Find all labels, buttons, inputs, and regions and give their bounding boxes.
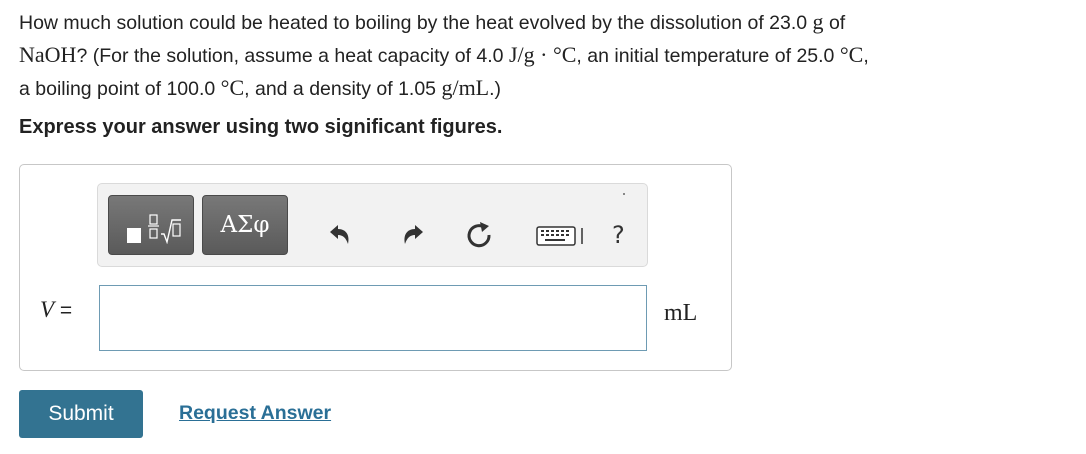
math-toolbar: ΑΣφ ? <box>97 183 648 267</box>
question-part: a boiling point of 100.0 <box>19 78 221 100</box>
templates-icon <box>127 214 181 244</box>
math-unit: g <box>812 9 824 34</box>
request-answer-link[interactable]: Request Answer <box>179 402 331 425</box>
greek-letters-icon: ΑΣφ <box>220 212 270 238</box>
help-icon[interactable]: ? <box>612 221 625 249</box>
variable-label: V = <box>40 297 72 323</box>
answer-input[interactable] <box>99 285 647 351</box>
submit-button[interactable]: Submit <box>19 390 143 438</box>
greek-letters-button[interactable]: ΑΣφ <box>202 195 288 255</box>
keyboard-icon[interactable] <box>536 220 592 250</box>
math-unit: °C <box>220 75 245 100</box>
math-unit: °C <box>839 42 864 67</box>
equals-sign: = <box>54 299 73 322</box>
undo-icon[interactable] <box>324 220 354 250</box>
instruction-text: Express your answer using two significan… <box>19 116 503 138</box>
answer-panel: ΑΣφ ? V = mL <box>19 164 732 371</box>
math-unit: g/mL <box>441 75 490 100</box>
reset-icon[interactable] <box>464 220 494 250</box>
question-part: , an initial temperature of 25.0 <box>576 45 840 67</box>
question-part: , and a density of 1.05 <box>244 78 442 100</box>
toolbar-dot <box>623 193 625 195</box>
question-part: .) <box>489 78 502 100</box>
question-part: , <box>863 45 869 67</box>
variable-symbol: V <box>40 297 55 322</box>
templates-button[interactable] <box>108 195 194 255</box>
question-part: ? (For the solution, assume a heat capac… <box>76 45 509 67</box>
math-formula: NaOH <box>19 42 77 67</box>
redo-icon[interactable] <box>399 220 429 250</box>
question-text: How much solution could be heated to boi… <box>19 6 1079 105</box>
question-part: of <box>823 12 846 34</box>
unit-label: mL <box>664 300 698 326</box>
question-part: How much solution could be heated to boi… <box>19 12 813 34</box>
math-unit: J/g · °C <box>508 42 577 67</box>
